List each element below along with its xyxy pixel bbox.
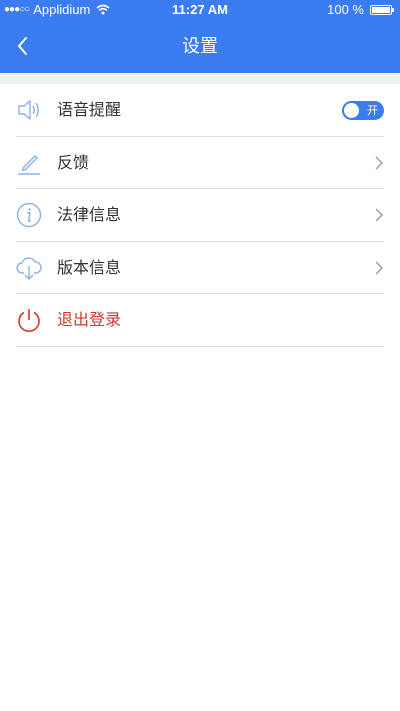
voice-reminder-label: 语音提醒 [57, 100, 122, 119]
settings-row-voice-reminder: 语音提醒 开 [16, 84, 384, 137]
chevron-right-icon [375, 261, 383, 274]
chevron-right-icon [375, 208, 383, 222]
chevron-right-icon [375, 156, 383, 169]
battery-icon [370, 4, 394, 15]
status-right: 100 % [327, 2, 394, 17]
version-info-label: 版本信息 [57, 257, 122, 277]
power-icon [18, 309, 40, 332]
page-title: 设置 [182, 36, 218, 57]
toggle-knob [344, 103, 359, 118]
settings-row-legal-info[interactable]: 法律信息 [16, 189, 384, 242]
section-spacer [0, 73, 400, 84]
settings-row-feedback[interactable]: 反馈 [16, 137, 384, 189]
voice-reminder-toggle[interactable]: 开 [342, 101, 384, 120]
download-icon [16, 256, 42, 280]
speaker-icon [18, 100, 39, 120]
logout-label: 退出登录 [57, 310, 122, 329]
navigation-bar: 设置 [0, 20, 400, 73]
status-bar: ●●●○○ Applidium 11:27 AM 100 % [0, 0, 400, 20]
settings-list: 语音提醒 开 反馈 法律信息 版本信息 退出登录 [0, 84, 400, 347]
battery-percent: 100 % [327, 2, 364, 17]
settings-row-version-info[interactable]: 版本信息 [16, 242, 384, 294]
legal-info-label: 法律信息 [57, 205, 122, 224]
toggle-label: 开 [367, 104, 378, 117]
feedback-label: 反馈 [57, 152, 90, 172]
pencil-icon [18, 154, 40, 175]
settings-row-logout[interactable]: 退出登录 [16, 294, 384, 347]
info-icon [16, 202, 42, 228]
